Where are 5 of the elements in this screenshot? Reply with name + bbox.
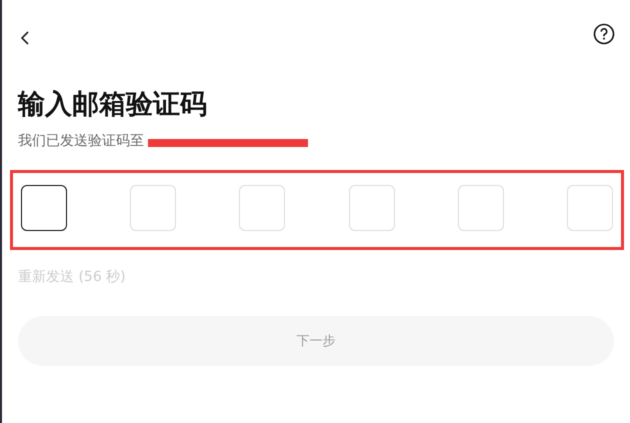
page-title: 输入邮箱验证码 — [18, 88, 208, 122]
help-icon[interactable] — [593, 23, 615, 45]
subtitle-text: 我们已发送验证码至 — [18, 132, 144, 150]
code-digit-field[interactable] — [21, 185, 67, 231]
back-icon[interactable] — [20, 30, 30, 46]
